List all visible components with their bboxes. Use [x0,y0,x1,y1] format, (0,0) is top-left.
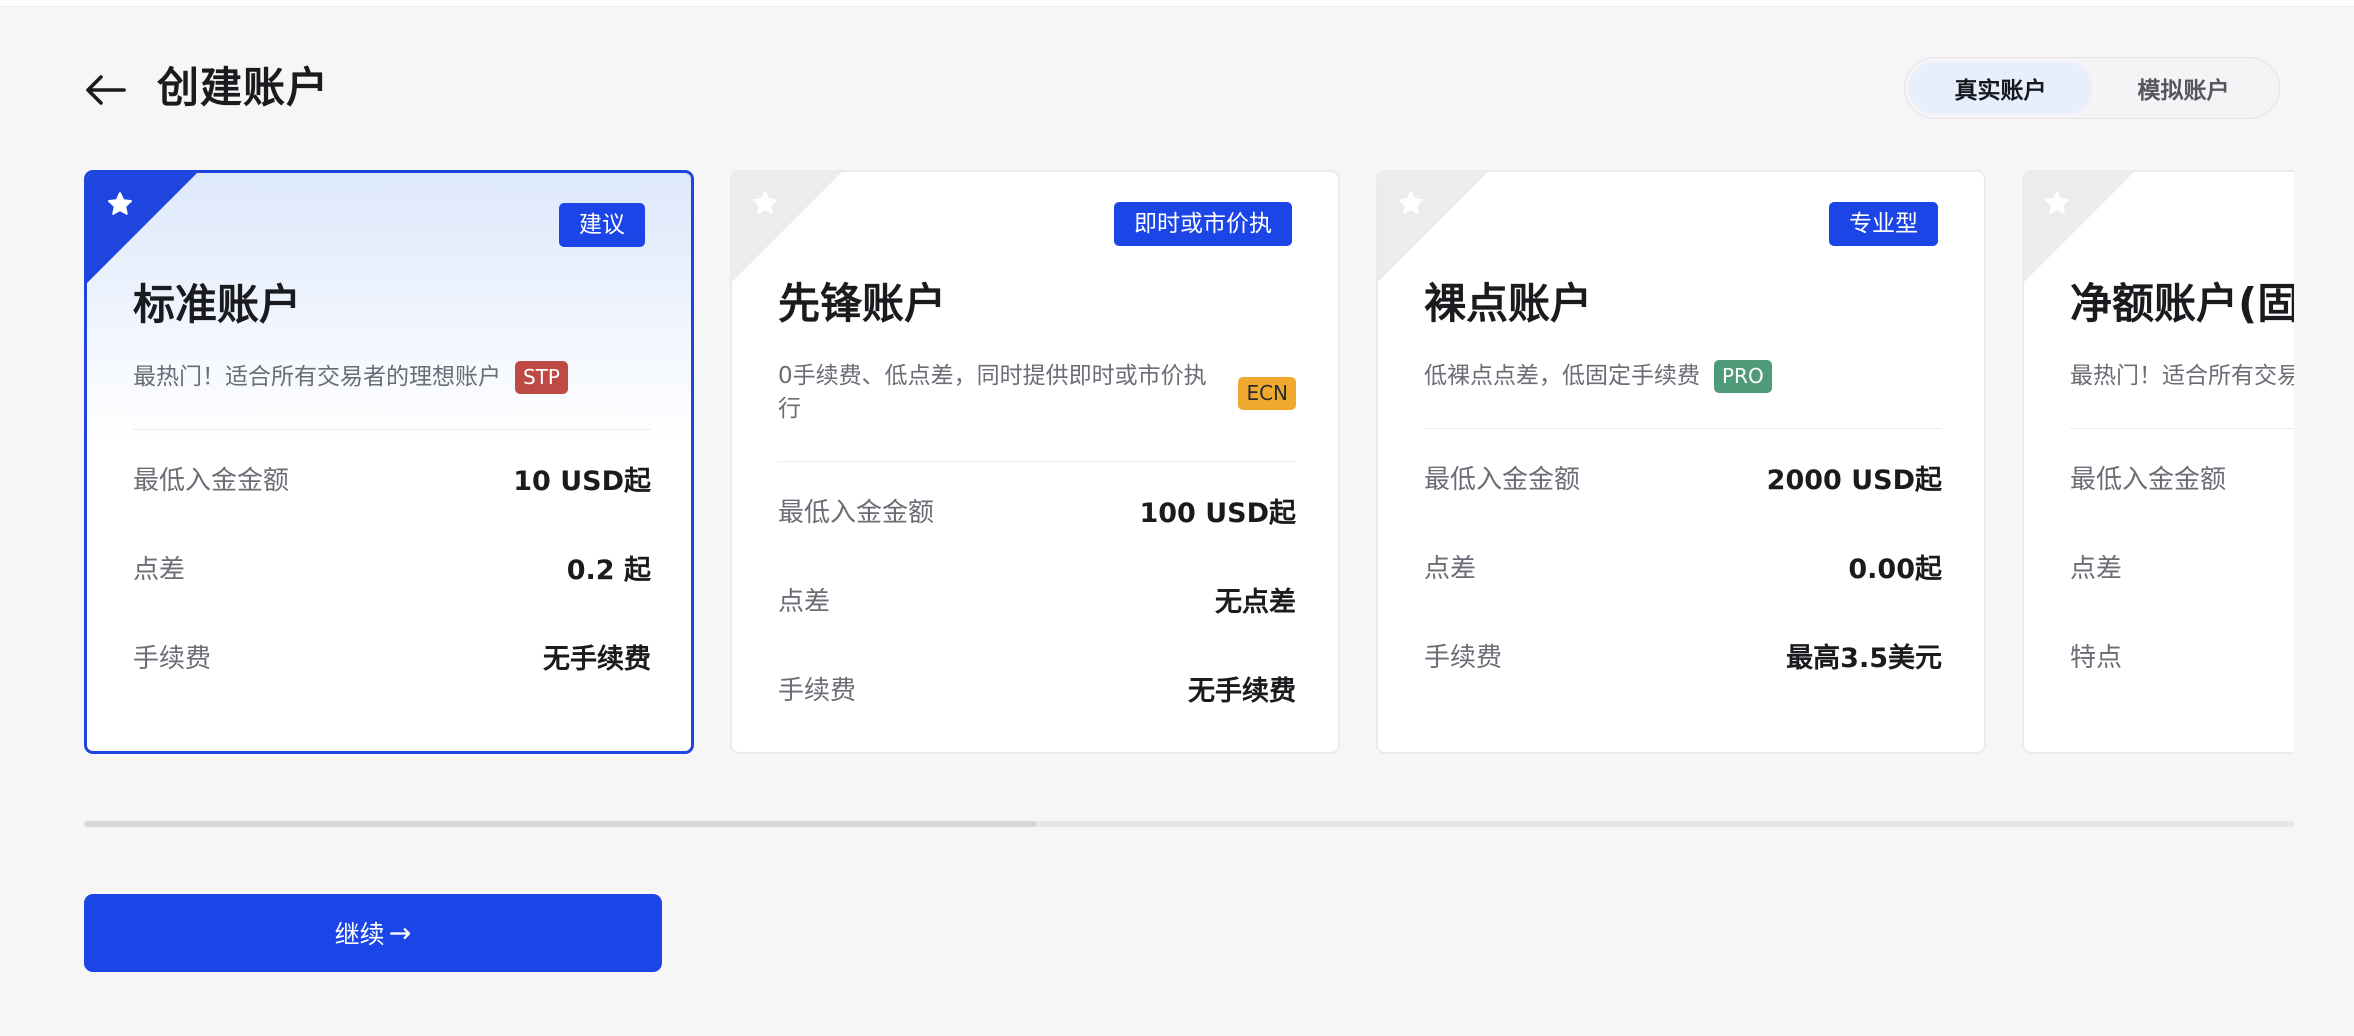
spec-value: 0.2 起 [566,555,651,586]
spec-value: 0.00起 [1848,554,1942,585]
account-card-1[interactable]: 建议 标准账户 最热门！适合所有交易者的理想账户 STP 最低入金金额 10 US… [84,170,694,754]
spec-label: 最低入金金额 [778,498,935,528]
real-account-tab[interactable]: 真实账户 [1909,62,2092,114]
card-description-row: 低裸点点差，低固定手续费 PRO [1424,360,1942,393]
card-spec-list: 最低入金金额 点差特点 [2070,433,2294,700]
card-spec-list: 最低入金金额 10 USD起点差 0.2 起手续费 无手续费 [133,434,651,701]
spec-row: 手续费 无手续费 [133,612,651,701]
spec-label: 最低入金金额 [1424,465,1581,495]
arrow-left-icon [86,75,126,105]
spec-row: 最低入金金额 [2070,433,2294,522]
spec-row: 最低入金金额 10 USD起 [133,434,651,523]
card-corner-ribbon [1378,172,1488,282]
card-tag: 建议 [559,203,645,247]
star-icon [1398,191,1424,214]
card-divider [1424,428,1942,429]
spec-label: 特点 [2070,643,2123,673]
account-cards-carousel: 建议 标准账户 最热门！适合所有交易者的理想账户 STP 最低入金金额 10 US… [84,170,2294,756]
continue-label: 继续 [334,920,385,949]
card-title: 先锋账户 [778,279,947,328]
demo-account-tab[interactable]: 模拟账户 [2092,62,2275,114]
spec-label: 点差 [133,555,186,585]
spec-label: 手续费 [778,676,857,706]
card-divider [2070,428,2294,429]
spec-row: 最低入金金额 100 USD起 [778,466,1296,555]
spec-label: 点差 [2070,554,2123,584]
card-description-row: 最热门！适合所有交易者的理想账户 [2070,360,2294,393]
card-description: 最热门！适合所有交易者的理想账户 [133,364,501,390]
card-badge: ECN [1238,376,1296,410]
spec-value: 最高3.5美元 [1786,643,1942,674]
card-divider [133,429,651,430]
card-divider [778,461,1296,462]
card-description: 最热门！适合所有交易者的理想账户 [2070,363,2294,389]
continue-button[interactable]: 继续 → [84,894,662,972]
spec-row: 点差 无点差 [778,555,1296,644]
card-corner-ribbon [87,173,197,283]
spec-row: 手续费 无手续费 [778,644,1296,733]
card-tag: 专业型 [1829,202,1938,246]
card-description: 0手续费、低点差，同时提供即时或市价执行 [778,363,1207,422]
card-title: 标准账户 [133,280,302,329]
spec-row: 手续费 最高3.5美元 [1424,611,1942,700]
spec-row: 最低入金金额 2000 USD起 [1424,433,1942,522]
spec-label: 点差 [778,587,831,617]
card-description: 低裸点点差，低固定手续费 [1424,363,1700,389]
star-icon [107,192,133,215]
account-card-3[interactable]: 专业型 裸点账户 低裸点点差，低固定手续费 PRO 最低入金金额 2000 USD… [1376,170,1986,754]
spec-label: 手续费 [1424,643,1503,673]
card-spec-list: 最低入金金额 2000 USD起点差 0.00起手续费 最高3.5美元 [1424,433,1942,700]
star-icon [2044,191,2070,214]
star-icon [752,191,778,214]
arrow-right-icon: → [388,917,412,949]
spec-row: 点差 0.00起 [1424,522,1942,611]
carousel-scrollbar[interactable] [84,821,2294,827]
account-cards-track: 建议 标准账户 最热门！适合所有交易者的理想账户 STP 最低入金金额 10 US… [84,170,2294,756]
spec-label: 最低入金金额 [133,466,290,496]
spec-value: 无点差 [1215,587,1296,618]
spec-value: 10 USD起 [513,466,651,497]
card-corner-ribbon [2024,172,2134,282]
spec-row: 特点 [2070,611,2294,700]
card-spec-list: 最低入金金额 100 USD起点差 无点差手续费 无手续费 [778,466,1296,733]
card-badge: STP [515,361,568,394]
card-tag: 即时或市价执 [1114,202,1292,246]
spec-value: 无手续费 [1188,676,1296,707]
spec-label: 最低入金金额 [2070,465,2227,495]
spec-label: 手续费 [133,644,212,674]
account-card-4[interactable]: 净额账户(固定点差) 最热门！适合所有交易者的理想账户 最低入金金额点差特点 [2022,170,2294,754]
spec-value: 无手续费 [543,644,651,675]
spec-row: 点差 0.2 起 [133,523,651,612]
card-corner-ribbon [732,172,842,282]
account-card-2[interactable]: 即时或市价执 先锋账户 0手续费、低点差，同时提供即时或市价执行 ECN 最低入… [730,170,1340,754]
card-title: 裸点账户 [1424,279,1593,328]
card-description-row: 最热门！适合所有交易者的理想账户 STP [133,361,651,394]
card-description-row: 0手续费、低点差，同时提供即时或市价执行 ECN [778,360,1296,426]
create-account-page: 创建账户 真实账户 模拟账户 建议 标准账户 最热门！适合所有交易者的理想账户 … [0,0,2354,1036]
spec-row: 点差 [2070,522,2294,611]
card-title: 净额账户(固定点差) [2070,279,2294,328]
back-button[interactable] [84,70,128,110]
page-title: 创建账户 [157,63,330,112]
spec-label: 点差 [1424,554,1477,584]
scrollbar-thumb[interactable] [84,821,1036,827]
spec-value: 2000 USD起 [1766,465,1942,496]
card-badge: PRO [1714,360,1772,393]
spec-value: 100 USD起 [1139,498,1296,529]
account-mode-toggle: 真实账户 模拟账户 [1904,57,2280,119]
